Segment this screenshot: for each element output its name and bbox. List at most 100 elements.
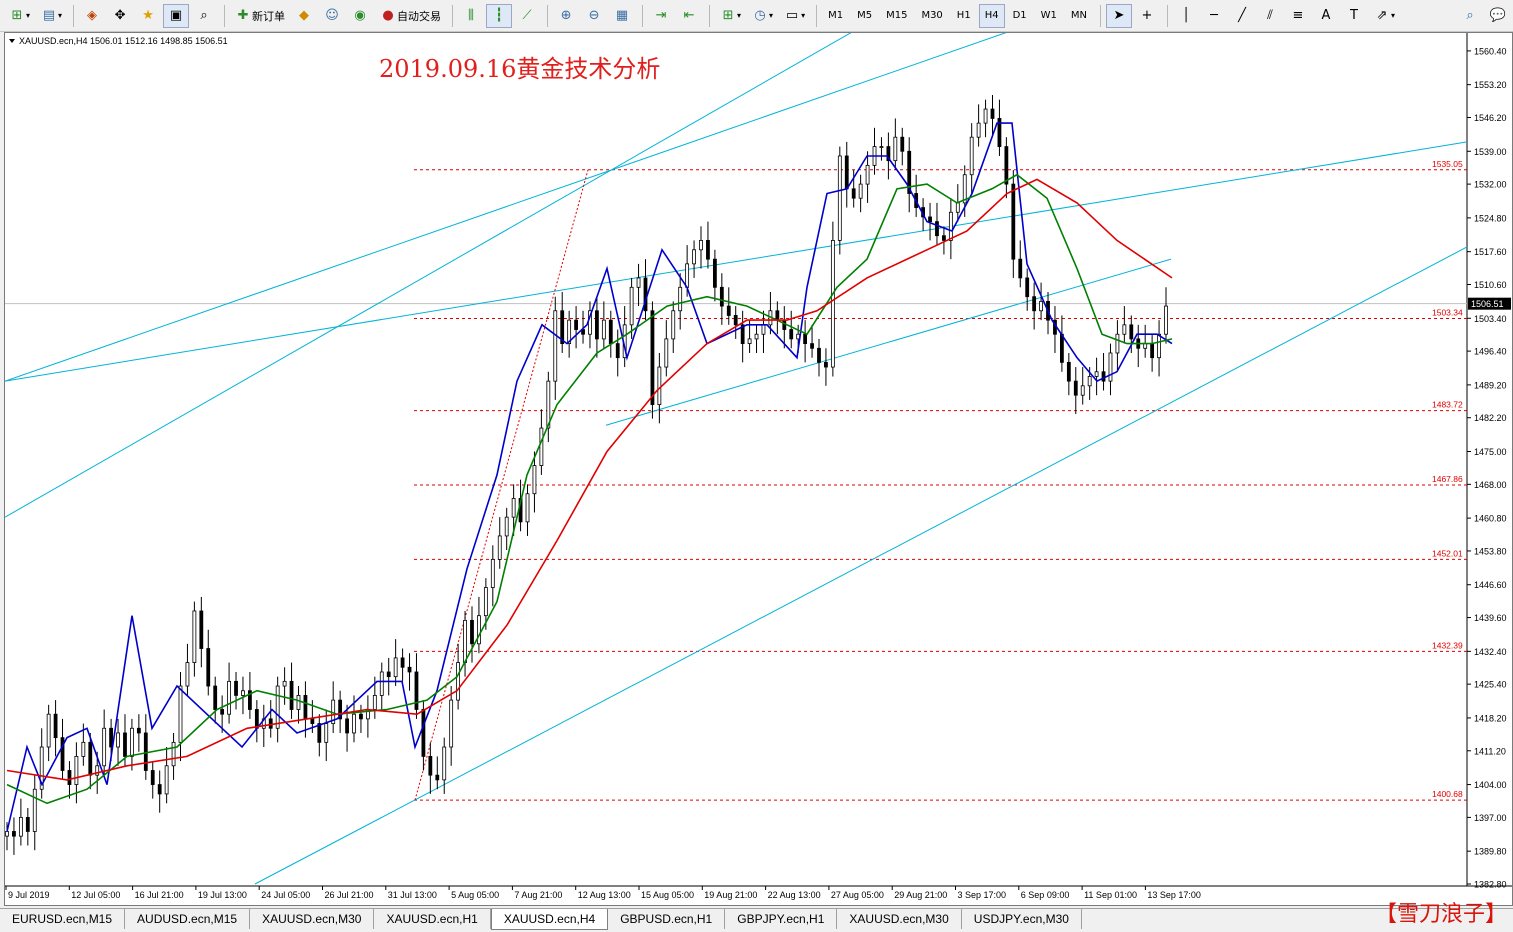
new-order-button[interactable]: ✚ 新订单 xyxy=(230,4,289,28)
trendline-button[interactable]: ╱ xyxy=(1229,4,1255,28)
timeframe-w1[interactable]: W1 xyxy=(1035,4,1063,28)
candle-body xyxy=(234,680,238,696)
candle-body xyxy=(1108,352,1113,382)
candle-body xyxy=(539,427,544,466)
label-button[interactable]: T xyxy=(1341,4,1367,28)
candle-body xyxy=(372,695,377,710)
chart-tab[interactable]: XAUUSD.ecn,M30 xyxy=(837,909,962,929)
cursor-button[interactable]: ➤ xyxy=(1106,3,1132,28)
vertical-line-button[interactable]: │ xyxy=(1173,4,1199,28)
zoom-out-button[interactable]: ⊖ xyxy=(581,4,607,28)
strategy-tester-button[interactable]: ⌕ xyxy=(191,4,217,28)
timeframe-d1[interactable]: D1 xyxy=(1007,4,1033,28)
candle-body xyxy=(379,671,384,696)
tile-windows-button[interactable]: ▦ xyxy=(609,4,635,28)
chart-tab[interactable]: XAUUSD.ecn,M30 xyxy=(250,909,375,929)
signals-button[interactable]: ☺ xyxy=(319,4,345,28)
autoscroll-button[interactable]: ⇥ xyxy=(648,4,674,28)
price-tick-label: 1482.20 xyxy=(1474,413,1507,423)
candle-body xyxy=(407,666,412,673)
crosshair-button[interactable]: + xyxy=(1134,4,1160,28)
candle-body xyxy=(595,310,599,340)
timeframe-mn[interactable]: MN xyxy=(1065,4,1093,28)
auto-trading-button[interactable]: ● 自动交易 xyxy=(375,4,445,28)
candle-body xyxy=(1039,300,1043,312)
trend-line[interactable] xyxy=(5,33,1029,382)
trend-line[interactable] xyxy=(5,141,1468,382)
zoom-in-button[interactable]: ⊕ xyxy=(553,4,579,28)
fibonacci-button[interactable]: ≡ xyxy=(1285,4,1311,28)
market-watch-button[interactable]: ◈ xyxy=(79,4,105,28)
periods-button[interactable]: ◷ ▾ xyxy=(747,4,777,28)
chart-tab[interactable]: GBPJPY.ecn,H1 xyxy=(725,909,838,929)
metaeditor-button[interactable]: ◆ xyxy=(291,4,317,28)
chart-tab[interactable]: GBPUSD.ecn,H1 xyxy=(608,909,726,929)
candle-body xyxy=(803,333,808,345)
templates-button[interactable]: ▭ ▾ xyxy=(779,4,809,28)
chart-shift-button[interactable]: ⇤ xyxy=(676,4,702,28)
price-chart[interactable]: 1560.40 1553.20 1546.20 1539.00 1532.00 1524.… xyxy=(5,33,1512,905)
search-button[interactable]: ⌕ xyxy=(1457,4,1483,28)
channel-button[interactable]: ⫽ xyxy=(1257,4,1283,28)
candle-body xyxy=(1059,333,1064,363)
candle-body xyxy=(421,709,426,757)
time-tick-label: 9 Jul 2019 xyxy=(8,890,50,900)
time-tick-label: 7 Aug 21:00 xyxy=(514,890,562,900)
chart-tab[interactable]: AUDUSD.ecn,M15 xyxy=(125,909,251,929)
candle-body xyxy=(817,347,821,363)
chat-bubble-icon: 💬 xyxy=(1489,7,1507,23)
candle-body xyxy=(359,713,363,720)
chart-window[interactable]: 1560.40 1553.20 1546.20 1539.00 1532.00 1524.… xyxy=(4,32,1513,906)
search-icon: ⌕ xyxy=(1466,7,1474,23)
candle-body xyxy=(143,732,148,771)
cursor-arrow-icon: ➤ xyxy=(1113,7,1125,23)
toolbar-separator xyxy=(1167,4,1168,27)
candlestick-button[interactable]: ┇ xyxy=(486,3,513,28)
line-chart-button[interactable]: ⟋ xyxy=(514,4,540,28)
trend-line[interactable] xyxy=(605,258,1172,426)
terminal-button[interactable]: ▣ xyxy=(163,3,190,28)
candle-body xyxy=(81,741,86,757)
chart-tab[interactable]: USDJPY.ecn,M30 xyxy=(962,909,1082,929)
profiles-button[interactable]: ▤ ▾ xyxy=(36,4,66,28)
bar-chart-button[interactable]: ⫼ xyxy=(458,4,484,28)
candle-body xyxy=(685,263,690,288)
timeframe-m15[interactable]: M15 xyxy=(880,4,913,28)
arrows-button[interactable]: ⇗ ▾ xyxy=(1369,4,1399,28)
candle-body xyxy=(504,516,509,537)
time-tick-label: 26 Jul 21:00 xyxy=(325,890,374,900)
price-tick-label: 1503.40 xyxy=(1474,314,1507,324)
candle-body xyxy=(150,770,155,785)
timeframe-m5[interactable]: M5 xyxy=(851,4,878,28)
price-tick-label: 1382.80 xyxy=(1474,880,1507,890)
timeframe-m1[interactable]: M1 xyxy=(822,4,849,28)
trend-line[interactable] xyxy=(5,33,865,518)
chart-tab[interactable]: EURUSD.ecn,M15 xyxy=(0,909,126,929)
chart-tab[interactable]: XAUUSD.ecn,H1 xyxy=(374,909,491,929)
candle-body xyxy=(435,774,440,781)
chat-button[interactable]: 💬 xyxy=(1485,4,1511,28)
candle-body xyxy=(754,333,759,340)
timeframe-m30[interactable]: M30 xyxy=(915,4,948,28)
market-button[interactable]: ◉ xyxy=(347,4,373,28)
chart-tab[interactable]: XAUUSD.ecn,H4 xyxy=(490,909,609,930)
crosshair-icon: ✥ xyxy=(114,7,126,23)
data-window-button[interactable]: ✥ xyxy=(107,4,133,28)
collapse-triangle-icon[interactable] xyxy=(9,39,15,43)
candle-body xyxy=(497,535,502,560)
text-button[interactable]: A xyxy=(1313,4,1339,28)
new-chart-button[interactable]: ⊞ ▾ xyxy=(4,4,34,28)
level-label: 1400.68 xyxy=(1432,789,1463,799)
candle-body xyxy=(5,831,9,837)
candle-body xyxy=(879,146,884,148)
candle-body xyxy=(1115,333,1120,354)
timeframe-h4[interactable]: H4 xyxy=(978,3,1005,28)
auto-trading-icon: ● xyxy=(382,7,394,23)
indicators-button[interactable]: ⊞ ▾ xyxy=(715,4,745,28)
candle-body xyxy=(1066,361,1071,382)
timeframe-h1[interactable]: H1 xyxy=(951,4,977,28)
toolbar-separator xyxy=(709,4,711,27)
candle-body xyxy=(199,610,204,649)
navigator-button[interactable]: ★ xyxy=(135,4,161,28)
horizontal-line-button[interactable]: ─ xyxy=(1201,4,1227,28)
